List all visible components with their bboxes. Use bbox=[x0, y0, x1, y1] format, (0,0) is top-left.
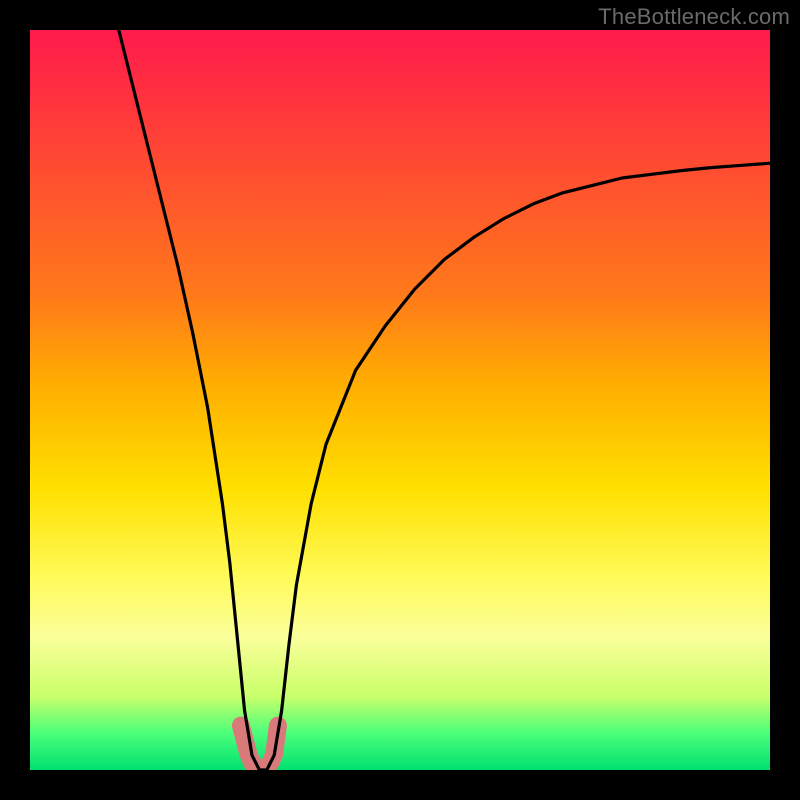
chart-frame: TheBottleneck.com bbox=[0, 0, 800, 800]
watermark-text: TheBottleneck.com bbox=[598, 4, 790, 30]
plot-area bbox=[30, 30, 770, 770]
curve-svg bbox=[30, 30, 770, 770]
curve-layer bbox=[119, 30, 770, 770]
highlight-layer bbox=[241, 726, 278, 770]
highlight-range-path bbox=[241, 726, 278, 770]
bottleneck-curve-path bbox=[119, 30, 770, 770]
